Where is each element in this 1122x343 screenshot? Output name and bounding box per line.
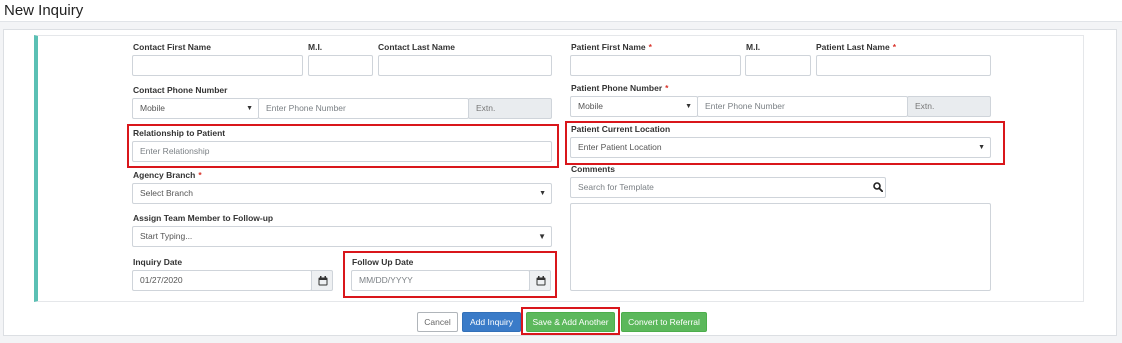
follow-up-date-highlight (343, 251, 557, 298)
contact-first-name-label: Contact First Name (133, 42, 211, 52)
convert-to-referral-button[interactable]: Convert to Referral (621, 312, 707, 332)
calendar-icon (318, 276, 328, 286)
contact-mi-label: M.I. (308, 42, 323, 52)
patient-location-highlight (565, 121, 1005, 165)
contact-mi-input[interactable] (308, 55, 373, 76)
cancel-button[interactable]: Cancel (417, 312, 458, 332)
patient-first-name-input[interactable] (570, 55, 741, 76)
agency-branch-label-text: Agency Branch (133, 170, 196, 180)
contact-phone-label: Contact Phone Number (133, 85, 228, 95)
search-icon[interactable] (873, 182, 883, 192)
patient-phone-type-select[interactable]: Mobile ▼ (570, 96, 698, 117)
comments-textarea[interactable] (570, 203, 991, 291)
patient-phone-type-value: Mobile (578, 101, 604, 111)
agency-branch-label: Agency Branch * (133, 170, 202, 180)
save-and-add-another-highlight (521, 307, 620, 335)
patient-phone-label: Patient Phone Number * (571, 83, 668, 93)
team-member-value: Start Typing... (140, 231, 193, 241)
required-mark: * (892, 42, 897, 52)
required-mark: * (198, 170, 202, 180)
caret-down-icon: ▼ (685, 103, 692, 110)
comments-label: Comments (571, 164, 615, 174)
patient-last-name-label-text: Patient Last Name (816, 42, 890, 52)
contact-last-name-label: Contact Last Name (378, 42, 455, 52)
patient-first-name-label: Patient First Name * (571, 42, 652, 52)
patient-phone-label-text: Patient Phone Number (571, 83, 663, 93)
template-search-input[interactable]: Search for Template (570, 177, 886, 198)
contact-extension-input[interactable]: Extn. (468, 98, 552, 119)
patient-last-name-label: Patient Last Name * (816, 42, 896, 52)
team-member-select[interactable]: Start Typing... ▼ (132, 226, 552, 247)
patient-mi-label: M.I. (746, 42, 761, 52)
contact-phone-input[interactable]: Enter Phone Number (258, 98, 469, 119)
patient-mi-input[interactable] (745, 55, 811, 76)
inquiry-date-calendar-button[interactable] (311, 270, 333, 291)
inquiry-date-label: Inquiry Date (133, 257, 183, 267)
patient-phone-input[interactable]: Enter Phone Number (697, 96, 908, 117)
caret-down-icon: ▼ (538, 232, 546, 241)
relationship-highlight (127, 124, 559, 168)
contact-phone-type-value: Mobile (140, 103, 166, 113)
caret-down-icon: ▼ (246, 105, 253, 112)
add-inquiry-button[interactable]: Add Inquiry (462, 312, 521, 332)
page-header: New Inquiry (0, 0, 1122, 22)
patient-last-name-input[interactable] (816, 55, 991, 76)
agency-branch-select[interactable]: Select Branch ▼ (132, 183, 552, 204)
contact-phone-type-select[interactable]: Mobile ▼ (132, 98, 259, 119)
agency-branch-value: Select Branch (140, 188, 193, 198)
patient-first-name-label-text: Patient First Name (571, 42, 646, 52)
caret-down-icon: ▼ (539, 190, 546, 197)
required-mark: * (648, 42, 652, 52)
inquiry-date-input[interactable]: 01/27/2020 (132, 270, 312, 291)
contact-last-name-input[interactable] (378, 55, 552, 76)
team-member-label: Assign Team Member to Follow-up (133, 213, 274, 223)
patient-extension-input[interactable]: Extn. (907, 96, 991, 117)
contact-first-name-input[interactable] (132, 55, 303, 76)
page-title: New Inquiry (4, 2, 84, 19)
required-mark: * (665, 83, 669, 93)
